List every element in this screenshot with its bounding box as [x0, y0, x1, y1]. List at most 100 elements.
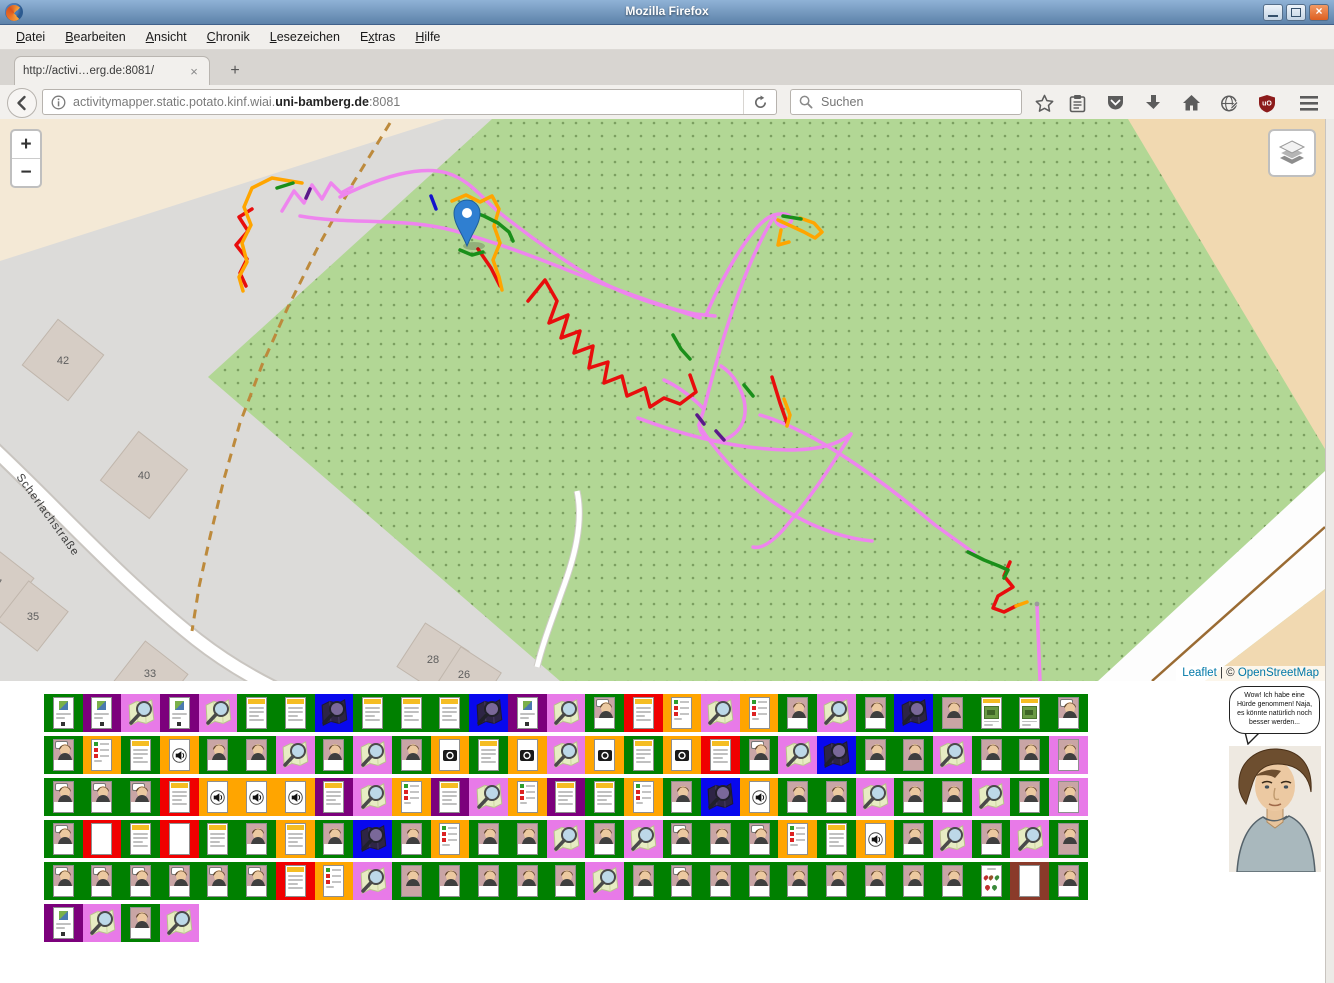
timeline-tile-ava[interactable] [1010, 736, 1049, 774]
timeline-tile-cardY[interactable] [431, 778, 470, 816]
timeline-tile-avaB[interactable] [160, 862, 199, 900]
timeline-tile-ava[interactable] [894, 778, 933, 816]
timeline-tile-ava[interactable] [856, 694, 895, 732]
timeline-tile-ava[interactable] [624, 862, 663, 900]
timeline-tile-blank[interactable] [160, 820, 199, 858]
timeline-tile-cardY[interactable] [469, 736, 508, 774]
timeline-tile-avaB[interactable] [663, 820, 702, 858]
zoom-in-button[interactable]: + [12, 131, 40, 159]
timeline-tile-osm[interactable] [1010, 820, 1049, 858]
timeline-tile-ava[interactable] [547, 862, 586, 900]
timeline-tile-cardY[interactable] [315, 778, 354, 816]
timeline-tile-ava[interactable] [894, 862, 933, 900]
timeline-tile-spk[interactable] [276, 778, 315, 816]
timeline-tile-avaB[interactable] [44, 736, 83, 774]
timeline-tile-osm[interactable] [547, 736, 586, 774]
timeline-tile-osmD[interactable] [817, 736, 856, 774]
minimize-button[interactable] [1263, 4, 1283, 21]
timeline-tile-cardY[interactable] [276, 820, 315, 858]
timeline-tile-avaB[interactable] [44, 778, 83, 816]
menu-item-bearbeiten[interactable]: Bearbeiten [55, 27, 135, 47]
timeline-tile-avaB[interactable] [83, 862, 122, 900]
timeline-tile-check[interactable] [740, 694, 779, 732]
timeline-tile-ava[interactable] [392, 820, 431, 858]
timeline-tile-osmD[interactable] [353, 820, 392, 858]
extension-globe-button[interactable] [1218, 92, 1240, 114]
site-info-icon[interactable] [51, 95, 66, 110]
menu-item-extras[interactable]: Extras [350, 27, 405, 47]
timeline-tile-osm[interactable] [701, 694, 740, 732]
timeline-tile-avaB[interactable] [585, 694, 624, 732]
timeline-tile-cardY[interactable] [585, 778, 624, 816]
timeline-tile-check[interactable] [315, 862, 354, 900]
timeline-tile-spk[interactable] [856, 820, 895, 858]
timeline-tile-cardY[interactable] [160, 778, 199, 816]
timeline-tile-ava[interactable] [237, 820, 276, 858]
timeline-tile-cam[interactable] [663, 736, 702, 774]
timeline-tile-cam[interactable] [585, 736, 624, 774]
timeline-tile-avaPink[interactable] [894, 736, 933, 774]
timeline-tile-ava[interactable] [315, 820, 354, 858]
timeline-tile-ava[interactable] [431, 862, 470, 900]
timeline-tile-spk[interactable] [237, 778, 276, 816]
maximize-button[interactable] [1286, 4, 1306, 21]
timeline-tile-osm[interactable] [933, 736, 972, 774]
timeline-tile-osm[interactable] [353, 778, 392, 816]
timeline-tile-ava[interactable] [1049, 862, 1088, 900]
timeline-tile-ava[interactable] [933, 778, 972, 816]
timeline-tile-osmD[interactable] [894, 694, 933, 732]
timeline-tile-ava[interactable] [1049, 736, 1088, 774]
timeline-tile-avaPink[interactable] [933, 694, 972, 732]
timeline-tile-ava[interactable] [1049, 778, 1088, 816]
menu-item-datei[interactable]: Datei [6, 27, 55, 47]
timeline-tile-cam[interactable] [431, 736, 470, 774]
timeline-tile-cardY[interactable] [276, 862, 315, 900]
leaflet-link[interactable]: Leaflet [1182, 667, 1217, 679]
timeline-tile-avaB[interactable] [1049, 694, 1088, 732]
timeline-tile-osm[interactable] [933, 820, 972, 858]
timeline-tile-osm[interactable] [624, 820, 663, 858]
url-bar[interactable]: activitymapper.static.potato.kinf.wiai.u… [42, 89, 777, 115]
leaflet-map[interactable]: 42 40 37 35 33 28 26 Scherlachstraße [0, 119, 1325, 681]
timeline-tile-osmD[interactable] [315, 694, 354, 732]
ublock-button[interactable]: uO [1256, 92, 1278, 114]
close-button[interactable]: × [1309, 4, 1329, 21]
timeline-tile-ava[interactable] [585, 820, 624, 858]
menu-item-hilfe[interactable]: Hilfe [405, 27, 450, 47]
timeline-tile-osm[interactable] [817, 694, 856, 732]
timeline-tile-ava[interactable] [778, 694, 817, 732]
timeline-tile-badge[interactable] [972, 862, 1011, 900]
timeline-tile-ava[interactable] [315, 736, 354, 774]
timeline-tile-check[interactable] [431, 820, 470, 858]
timeline-tile-ava[interactable] [237, 736, 276, 774]
timeline-tile-avaB[interactable] [740, 820, 779, 858]
timeline-tile-app[interactable] [508, 694, 547, 732]
timeline-tile-check[interactable] [392, 778, 431, 816]
timeline-tile-ava[interactable] [508, 862, 547, 900]
timeline-tile-ava[interactable] [972, 820, 1011, 858]
back-button[interactable] [7, 88, 37, 118]
timeline-tile-photo[interactable] [972, 694, 1011, 732]
timeline-tile-cardY[interactable] [353, 694, 392, 732]
timeline-tile-osm[interactable] [83, 904, 122, 942]
timeline-tile-osm[interactable] [199, 694, 238, 732]
timeline-tile-osm[interactable] [353, 736, 392, 774]
timeline-tile-cardY[interactable] [624, 736, 663, 774]
timeline-tile-osm[interactable] [856, 778, 895, 816]
timeline-tile-osm[interactable] [469, 778, 508, 816]
timeline-tile-ava[interactable] [778, 862, 817, 900]
timeline-tile-spk[interactable] [740, 778, 779, 816]
timeline-tile-avaB[interactable] [44, 862, 83, 900]
timeline-tile-avaPink[interactable] [392, 862, 431, 900]
timeline-tile-cam[interactable] [508, 736, 547, 774]
browser-tab[interactable]: http://activi…erg.de:8081/ × [14, 56, 210, 85]
timeline-tile-osmD[interactable] [469, 694, 508, 732]
search-bar[interactable] [790, 89, 1022, 115]
timeline-tile-check[interactable] [624, 778, 663, 816]
openstreetmap-link[interactable]: OpenStreetMap [1238, 667, 1319, 679]
timeline-tile-ava[interactable] [663, 778, 702, 816]
timeline-tile-avaB[interactable] [199, 862, 238, 900]
timeline-tile-spk[interactable] [199, 778, 238, 816]
timeline-tile-osm[interactable] [160, 904, 199, 942]
timeline-tile-ava[interactable] [469, 862, 508, 900]
